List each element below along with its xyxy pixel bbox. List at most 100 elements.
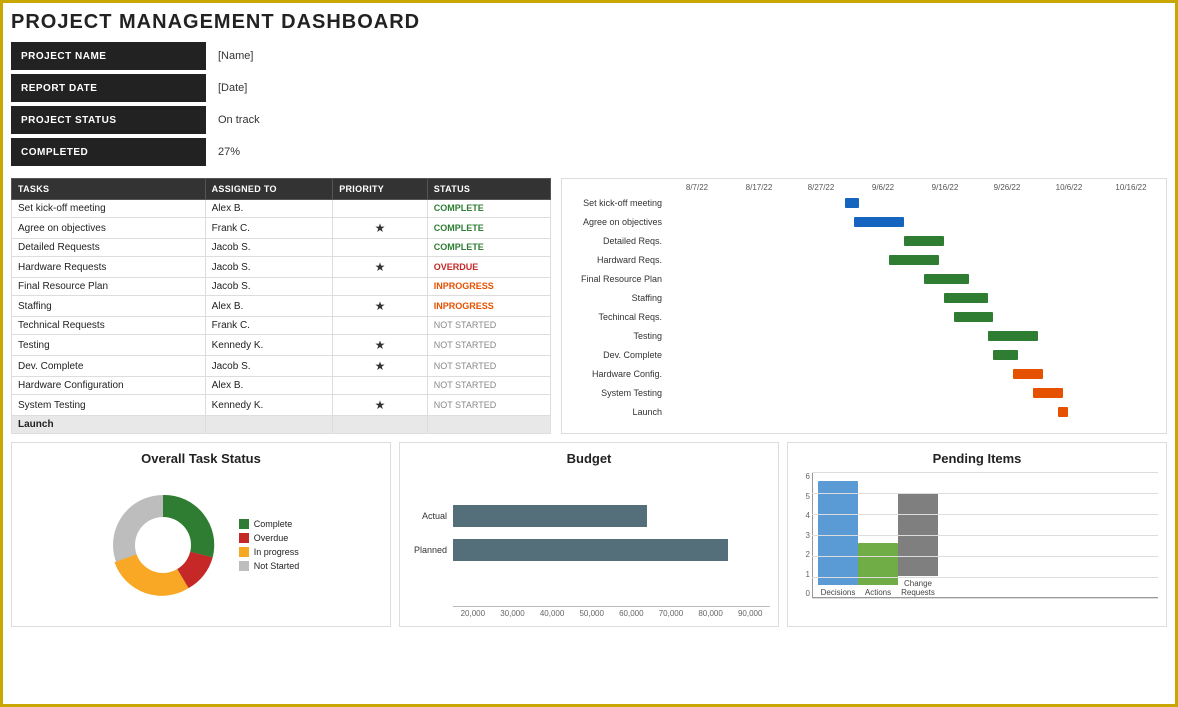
pending-gridline: [812, 493, 1158, 494]
completed-label: COMPLETED: [11, 138, 206, 166]
task-cell: System Testing: [12, 395, 206, 416]
budget-axis-label: 30,000: [493, 609, 533, 618]
gantt-task-row: Hardward Reqs.: [566, 251, 1162, 269]
status-cell: COMPLETE: [427, 218, 550, 239]
legend-label: Complete: [254, 519, 293, 529]
gantt-bar: [854, 217, 904, 227]
priority-cell: [333, 239, 428, 257]
status-cell: [427, 416, 550, 434]
budget-bar-container: [453, 539, 770, 561]
task-cell: Hardware Configuration: [12, 377, 206, 395]
legend-item: Overdue: [239, 533, 300, 543]
assigned-cell: Alex B.: [205, 200, 333, 218]
budget-label: Actual: [408, 511, 453, 521]
gantt-task-label: Launch: [566, 407, 666, 417]
legend-color-box: [239, 533, 249, 543]
budget-axis-label: 50,000: [572, 609, 612, 618]
gantt-task-row: Dev. Complete: [566, 346, 1162, 364]
gantt-task-label: Detailed Reqs.: [566, 236, 666, 246]
pie-svg: [103, 485, 223, 605]
gantt-chart: 8/7/228/17/228/27/229/6/229/16/229/26/22…: [561, 178, 1167, 434]
legend-color-box: [239, 561, 249, 571]
budget-axis-label: 20,000: [453, 609, 493, 618]
task-cell: Staffing: [12, 296, 206, 317]
gantt-date-label: 8/17/22: [728, 183, 790, 192]
gantt-task-bars: [666, 346, 1162, 364]
assigned-cell: Jacob S.: [205, 278, 333, 296]
gantt-bar: [988, 331, 1038, 341]
pie-legend: Complete Overdue In progress Not Started: [239, 519, 300, 571]
gantt-task-label: Hardware Config.: [566, 369, 666, 379]
gantt-bar: [944, 293, 989, 303]
priority-cell: ★: [333, 335, 428, 356]
pending-chart-area: 6543210 DecisionsActionsChangeRequests: [796, 472, 1158, 618]
pending-gridline: [812, 598, 1158, 599]
table-row: StaffingAlex B.★INPROGRESS: [12, 296, 551, 317]
gantt-bar: [924, 274, 969, 284]
table-row: Final Resource PlanJacob S. INPROGRESS: [12, 278, 551, 296]
gantt-task-label: Staffing: [566, 293, 666, 303]
status-cell: INPROGRESS: [427, 278, 550, 296]
status-cell: COMPLETE: [427, 200, 550, 218]
budget-axis: 20,00030,00040,00050,00060,00070,00080,0…: [453, 606, 770, 618]
pending-y-label: 1: [806, 570, 810, 579]
gantt-header: 8/7/228/17/228/27/229/6/229/16/229/26/22…: [666, 183, 1162, 192]
assigned-cell: Kennedy K.: [205, 335, 333, 356]
task-cell: Hardware Requests: [12, 257, 206, 278]
legend-color-box: [239, 547, 249, 557]
gantt-task-row: Staffing: [566, 289, 1162, 307]
gantt-task-row: Techincal Reqs.: [566, 308, 1162, 326]
gantt-bar: [1033, 388, 1063, 398]
table-row: Detailed RequestsJacob S.COMPLETE: [12, 239, 551, 257]
table-row: Set kick-off meetingAlex B.COMPLETE: [12, 200, 551, 218]
gantt-task-bars: [666, 270, 1162, 288]
pending-y-label: 4: [806, 511, 810, 520]
gantt-task-row: System Testing: [566, 384, 1162, 402]
gantt-task-bars: [666, 251, 1162, 269]
gantt-task-row: Agree on objectives: [566, 213, 1162, 231]
gantt-date-label: 9/16/22: [914, 183, 976, 192]
gantt-task-bars: [666, 327, 1162, 345]
budget-axis-label: 80,000: [691, 609, 731, 618]
pie-area: Complete Overdue In progress Not Started: [20, 472, 382, 618]
pending-gridline: [812, 577, 1158, 578]
legend-label: Not Started: [254, 561, 300, 571]
pending-y-label: 0: [806, 589, 810, 598]
gantt-task-row: Hardware Config.: [566, 365, 1162, 383]
assigned-cell: Jacob S.: [205, 356, 333, 377]
pending-gridlines: [812, 472, 1158, 598]
task-cell: Agree on objectives: [12, 218, 206, 239]
pending-gridline: [812, 514, 1158, 515]
col-priority: PRIORITY: [333, 179, 428, 200]
table-row: Agree on objectivesFrank C.★COMPLETE: [12, 218, 551, 239]
table-row: Launch: [12, 416, 551, 434]
charts-row: Overall Task Status CompleteOverdueIn pr…: [11, 442, 1167, 627]
budget-row: Actual: [408, 505, 770, 527]
budget-chart-box: Budget ActualPlanned 20,00030,00040,0005…: [399, 442, 779, 627]
task-cell: Final Resource Plan: [12, 278, 206, 296]
legend-label: Overdue: [254, 533, 289, 543]
legend-item: In progress: [239, 547, 300, 557]
table-row: Hardware ConfigurationAlex B.NOT STARTED: [12, 377, 551, 395]
gantt-task-row: Testing: [566, 327, 1162, 345]
gantt-task-bars: [666, 403, 1162, 421]
status-cell: INPROGRESS: [427, 296, 550, 317]
pending-chart-title: Pending Items: [796, 451, 1158, 466]
report-date-label: REPORT DATE: [11, 74, 206, 102]
project-name-row: PROJECT NAME [Name]: [11, 42, 551, 70]
assigned-cell: Alex B.: [205, 296, 333, 317]
pending-y-label: 3: [806, 531, 810, 540]
table-row: Dev. CompleteJacob S.★NOT STARTED: [12, 356, 551, 377]
gantt-date-label: 10/16/22: [1100, 183, 1162, 192]
gantt-task-label: Hardward Reqs.: [566, 255, 666, 265]
project-name-value: [Name]: [206, 45, 265, 67]
legend-label: In progress: [254, 547, 299, 557]
gantt-task-bars: [666, 365, 1162, 383]
gantt-task-bars: [666, 308, 1162, 326]
main-content: TASKS ASSIGNED TO PRIORITY STATUS Set ki…: [11, 178, 1167, 434]
legend-item: Complete: [239, 519, 300, 529]
gantt-task-bars: [666, 194, 1162, 212]
gantt-bar: [889, 255, 939, 265]
priority-cell: ★: [333, 296, 428, 317]
assigned-cell: [205, 416, 333, 434]
